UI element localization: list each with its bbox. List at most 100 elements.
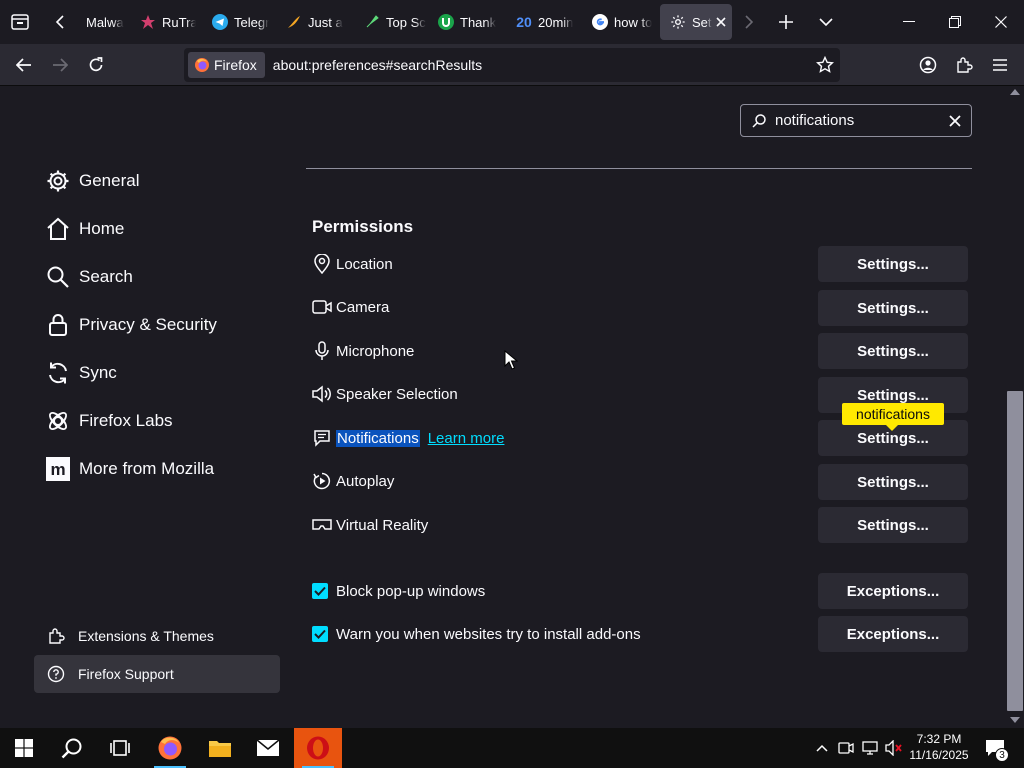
- restore-button[interactable]: [932, 4, 978, 40]
- microphone-settings-button[interactable]: Settings...: [818, 333, 968, 369]
- show-hidden-icons-button[interactable]: [812, 738, 832, 758]
- tab-label: Sett: [692, 14, 712, 30]
- autoplay-settings-button[interactable]: Settings...: [818, 464, 968, 500]
- close-window-button[interactable]: [978, 4, 1024, 40]
- tab-telegram[interactable]: Telegr: [202, 4, 274, 40]
- notification-count-badge: 3: [995, 748, 1009, 762]
- block-popups-checkbox[interactable]: [312, 583, 328, 599]
- rutracker-icon: [140, 14, 156, 30]
- permission-label: Notifications: [336, 429, 420, 447]
- taskbar-mail[interactable]: [244, 728, 292, 768]
- notification-center-button[interactable]: 3: [982, 738, 1009, 762]
- category-label: Sync: [79, 363, 117, 382]
- clear-search-icon[interactable]: [949, 114, 961, 127]
- back-button[interactable]: [8, 49, 40, 81]
- tab-top-sc[interactable]: Top Sc: [354, 4, 428, 40]
- checkbox-label: Block pop-up windows: [336, 582, 486, 600]
- lock-icon: [46, 313, 70, 337]
- firefox-view-button[interactable]: [4, 4, 36, 40]
- taskbar-opera[interactable]: [294, 728, 342, 768]
- category-search[interactable]: Search: [46, 261, 133, 293]
- category-firefox-labs[interactable]: Firefox Labs: [46, 405, 173, 437]
- puzzle-piece-icon: [46, 626, 66, 646]
- checkbox-label: Warn you when websites try to install ad…: [336, 625, 641, 643]
- home-icon: [46, 217, 70, 241]
- volume-muted-icon: [885, 740, 902, 756]
- tab-rutracker[interactable]: RuTrac: [130, 4, 196, 40]
- tab-label: RuTrac: [162, 14, 196, 30]
- section-divider: [306, 168, 972, 170]
- tab-how-to[interactable]: how to: [582, 4, 654, 40]
- tab-malwarebytes[interactable]: Malwa: [76, 4, 134, 40]
- camera-icon: [312, 297, 332, 317]
- tab-label: Telegr: [234, 14, 270, 30]
- learn-more-link[interactable]: Learn more: [428, 430, 505, 447]
- category-general[interactable]: General: [46, 165, 139, 197]
- url-text[interactable]: about:preferences#searchResults: [273, 57, 482, 73]
- permission-autoplay: Autoplay: [312, 469, 394, 493]
- permission-virtual-reality: Virtual Reality: [312, 513, 428, 537]
- task-view-icon: [110, 740, 130, 756]
- tab-thank[interactable]: Thank: [428, 4, 502, 40]
- list-all-tabs-button[interactable]: [810, 4, 842, 40]
- url-bar[interactable]: Firefox about:preferences#searchResults: [184, 48, 840, 82]
- minimize-button[interactable]: [886, 4, 932, 40]
- forward-button[interactable]: [44, 49, 76, 81]
- 20min-icon: 20: [516, 14, 532, 30]
- permission-label: Speaker Selection: [336, 385, 458, 403]
- search-input[interactable]: notifications: [775, 112, 949, 129]
- search-highlight-tooltip: notifications: [842, 403, 944, 431]
- tab-label: Top Sc: [386, 14, 426, 30]
- camera-settings-button[interactable]: Settings...: [818, 290, 968, 326]
- account-button[interactable]: [912, 49, 944, 81]
- addon-exceptions-button[interactable]: Exceptions...: [818, 616, 968, 652]
- meet-now-icon: [838, 742, 854, 754]
- feather-icon: [286, 14, 302, 30]
- category-home[interactable]: Home: [46, 213, 124, 245]
- extensions-button[interactable]: [948, 49, 980, 81]
- bookmark-star-button[interactable]: [816, 56, 834, 74]
- tab-just-a[interactable]: Just a: [276, 4, 350, 40]
- warn-addons-row[interactable]: Warn you when websites try to install ad…: [312, 622, 641, 646]
- permission-location: Location: [312, 252, 393, 276]
- volume-button[interactable]: [884, 738, 904, 758]
- telegram-icon: [212, 14, 228, 30]
- reload-button[interactable]: [80, 49, 112, 81]
- warn-addons-checkbox[interactable]: [312, 626, 328, 642]
- new-tab-button[interactable]: [770, 4, 802, 40]
- category-sync[interactable]: Sync: [46, 357, 117, 389]
- category-more-from-mozilla[interactable]: m More from Mozilla: [46, 453, 214, 485]
- extensions-themes-link[interactable]: Extensions & Themes: [34, 617, 280, 655]
- taskbar-clock[interactable]: 7:32 PM 11/16/2025: [906, 731, 972, 763]
- tray-app-button[interactable]: [836, 738, 856, 758]
- virtual-reality-settings-button[interactable]: Settings...: [818, 507, 968, 543]
- location-settings-button[interactable]: Settings...: [818, 246, 968, 282]
- taskbar-file-explorer[interactable]: [196, 728, 244, 768]
- permission-label: Location: [336, 255, 393, 273]
- extensions-themes-label: Extensions & Themes: [78, 628, 214, 644]
- popup-exceptions-button[interactable]: Exceptions...: [818, 573, 968, 609]
- app-menu-button[interactable]: [984, 49, 1016, 81]
- start-button[interactable]: [0, 728, 48, 768]
- scrollbar[interactable]: [1006, 87, 1024, 728]
- permission-label: Virtual Reality: [336, 516, 429, 534]
- firefox-support-label: Firefox Support: [78, 666, 174, 682]
- tab-20min[interactable]: 20 20min: [506, 4, 582, 40]
- block-popups-row[interactable]: Block pop-up windows: [312, 579, 485, 603]
- scroll-tabs-left-button[interactable]: [46, 4, 74, 40]
- scroll-tabs-right-button[interactable]: [736, 4, 762, 40]
- network-button[interactable]: [860, 738, 880, 758]
- tab-settings[interactable]: Sett: [660, 4, 732, 40]
- task-view-button[interactable]: [96, 728, 144, 768]
- flask-icon: [46, 409, 70, 433]
- preferences-search-box[interactable]: notifications: [740, 104, 972, 137]
- identity-box[interactable]: Firefox: [188, 52, 265, 78]
- scrollbar-thumb[interactable]: [1007, 391, 1023, 711]
- close-tab-button[interactable]: [716, 17, 726, 27]
- taskbar-firefox[interactable]: [146, 728, 194, 768]
- taskbar-search-button[interactable]: [48, 728, 96, 768]
- firefox-support-link[interactable]: Firefox Support: [34, 655, 280, 693]
- mail-icon: [256, 739, 280, 756]
- category-privacy[interactable]: Privacy & Security: [46, 309, 217, 341]
- star-icon: [816, 56, 834, 73]
